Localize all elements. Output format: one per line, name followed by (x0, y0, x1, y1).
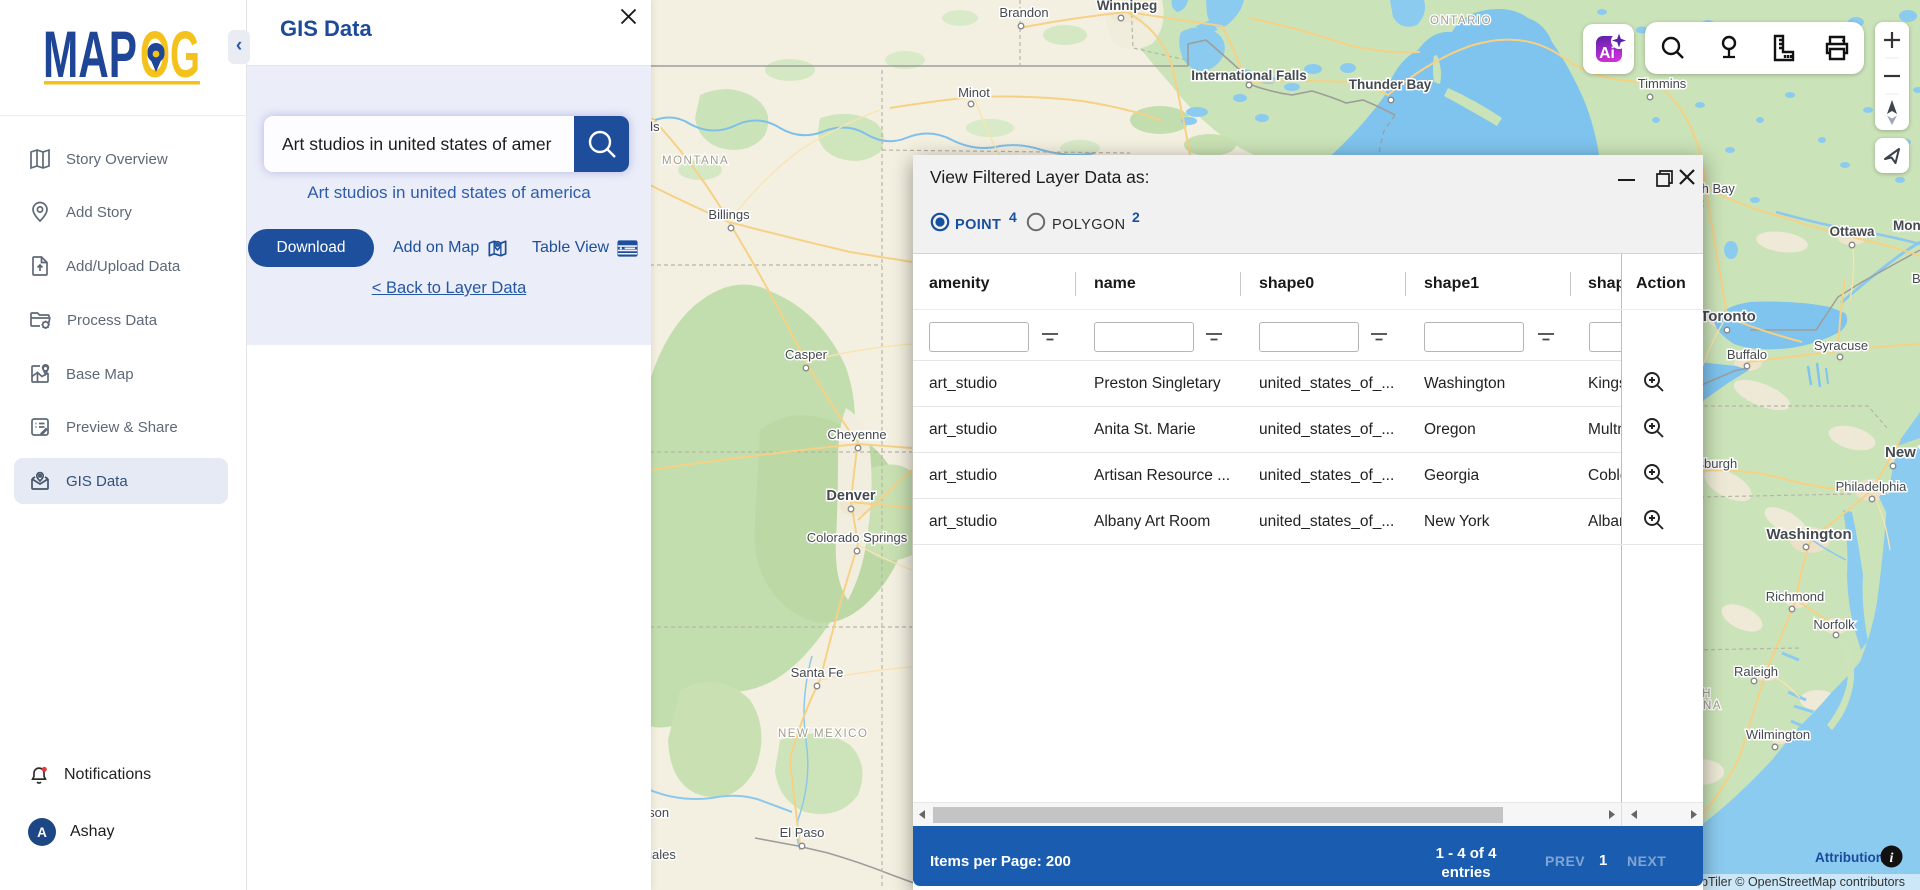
svg-text:ONTARIO: ONTARIO (1430, 15, 1492, 27)
svg-text:Cheyenne: Cheyenne (827, 427, 886, 442)
svg-text:Nogales: Nogales (650, 847, 676, 862)
svg-text:Richmond: Richmond (1766, 589, 1825, 604)
svg-text:Philadelphia: Philadelphia (1836, 479, 1908, 494)
svg-text:Brandon: Brandon (999, 5, 1048, 20)
svg-text:Minot: Minot (958, 85, 990, 100)
svg-text:International Falls: International Falls (1191, 68, 1307, 83)
svg-text:NEW MEXICO: NEW MEXICO (778, 728, 868, 740)
svg-text:Raleigh: Raleigh (1734, 664, 1778, 679)
svg-text:MONTANA: MONTANA (662, 155, 729, 167)
svg-text:Timmins: Timmins (1638, 76, 1687, 91)
svg-text:Santa Fe: Santa Fe (791, 665, 844, 680)
svg-text:Syracuse: Syracuse (1814, 338, 1868, 353)
svg-text:Thunder Bay: Thunder Bay (1349, 77, 1432, 92)
svg-text:Colorado Springs: Colorado Springs (807, 530, 908, 545)
svg-text:Buffalo: Buffalo (1727, 347, 1767, 362)
svg-text:Toronto: Toronto (1700, 308, 1756, 325)
svg-text:MAP: MAP (43, 17, 137, 91)
svg-text:Tucson: Tucson (650, 805, 669, 820)
svg-text:Montreal: Montreal (1893, 218, 1920, 233)
svg-text:Belleville: Belleville (1912, 271, 1920, 286)
svg-text:Ottawa: Ottawa (1829, 224, 1875, 239)
svg-text:Norfolk: Norfolk (1813, 617, 1855, 632)
svg-text:Washington: Washington (1766, 526, 1851, 543)
svg-text:Denver: Denver (826, 488, 876, 504)
svg-text:A: A (37, 825, 47, 840)
svg-text:Casper: Casper (785, 347, 828, 362)
svg-text:i: i (1890, 851, 1894, 866)
svg-text:Great Falls: Great Falls (650, 119, 660, 134)
svg-text:Wilmington: Wilmington (1746, 727, 1810, 742)
svg-text:New York: New York (1885, 444, 1920, 461)
svg-text:Winnipeg: Winnipeg (1097, 0, 1158, 13)
svg-text:Billings: Billings (708, 207, 750, 222)
svg-text:El Paso: El Paso (780, 825, 825, 840)
svg-text:Ai: Ai (1599, 45, 1615, 62)
